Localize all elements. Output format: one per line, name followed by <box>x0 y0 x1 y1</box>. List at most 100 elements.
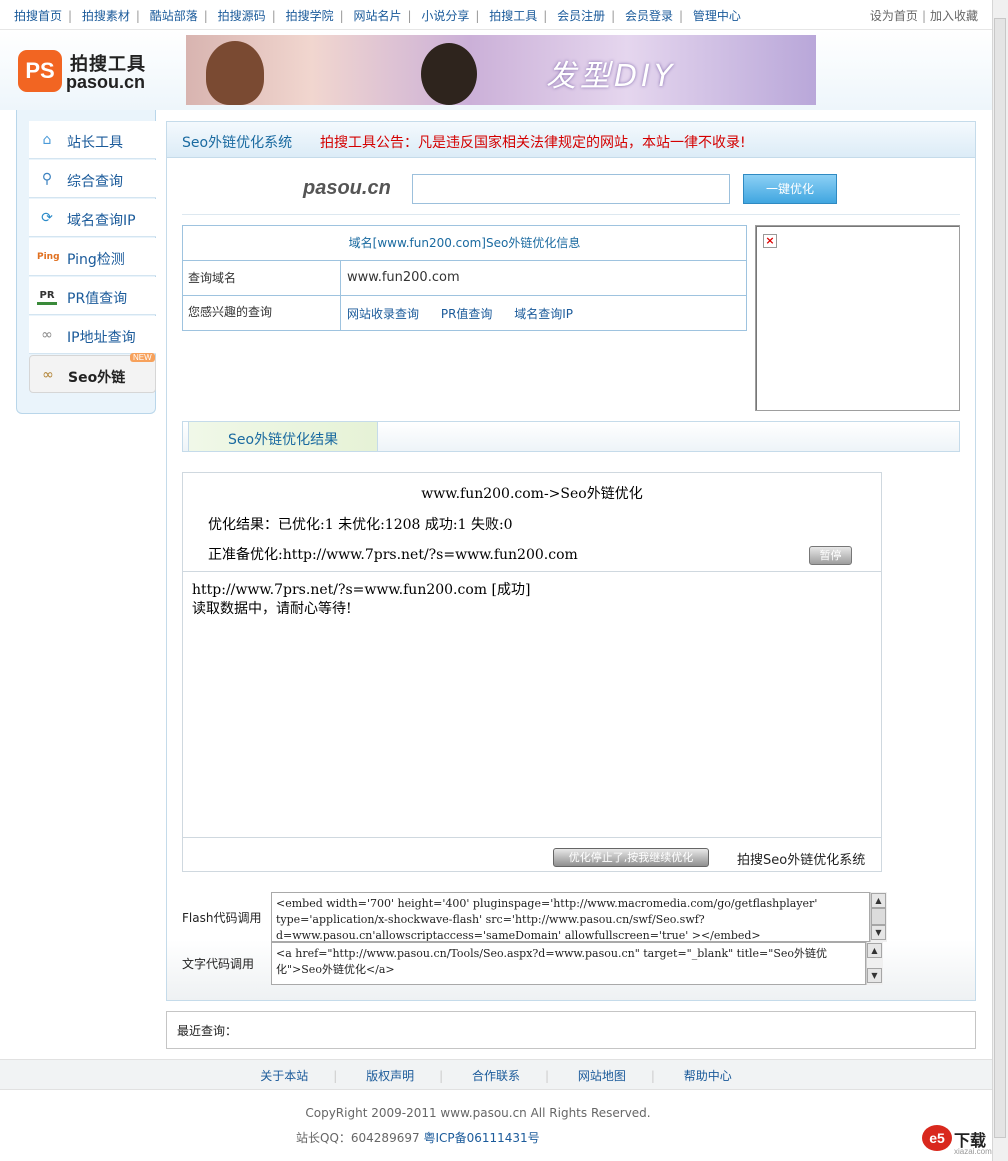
sidebar-item-label: IP地址查询 <box>67 330 136 346</box>
code-line: d=www.pasou.cn'allowscriptaccess='sameDo… <box>276 929 761 942</box>
result-summary: 优化结果：已优化:1 未优化:1208 成功:1 失败:0 <box>208 517 513 533</box>
queried-domain: www.fun200.com <box>347 270 460 285</box>
sidebar-item-domain-ip[interactable]: ⟳ 域名查询IP <box>29 199 156 237</box>
sidebar-item-label: 站长工具 <box>67 135 123 151</box>
sidebar-item-label: PR值查询 <box>67 291 128 307</box>
banner-model-image <box>421 43 477 105</box>
broken-image-icon: × <box>763 234 777 248</box>
set-homepage-link[interactable]: 设为首页 <box>870 9 918 23</box>
topnav-link-admin[interactable]: 管理中心 <box>693 9 741 23</box>
logo-domain[interactable]: pasou.cn <box>66 72 145 93</box>
footer-nav: 关于本站 | 版权声明 | 合作联系 | 网站地图 | 帮助中心 <box>260 1069 732 1083</box>
ping-icon: Ping <box>37 252 60 262</box>
sidebar-item-comprehensive-query[interactable]: ⚲ 综合查询 <box>29 160 156 198</box>
add-favorite-link[interactable]: 加入收藏 <box>930 9 978 23</box>
flash-code-textarea[interactable]: <embed width='700' height='400' pluginsp… <box>271 892 870 942</box>
banner-model-image <box>206 41 264 105</box>
current-url: 正准备优化:http://www.7prs.net/?s=www.fun200.… <box>208 547 578 563</box>
page-title: Seo外链优化系统 <box>182 135 293 151</box>
topnav-link-home[interactable]: 拍搜首页 <box>14 9 62 23</box>
sidebar-item-label: Ping检测 <box>67 252 125 268</box>
domain-info-table: 域名[www.fun200.com]Seo外链优化信息 查询域名 www.fun… <box>182 225 747 331</box>
sidebar-item-pr-query[interactable]: PR PR值查询 <box>29 277 156 315</box>
footer-link-sitemap[interactable]: 网站地图 <box>578 1069 626 1083</box>
code-line: type='application/x-shockwave-flash' src… <box>276 913 705 926</box>
log-line: http://www.7prs.net/?s=www.fun200.com [成… <box>192 582 531 598</box>
related-links: 网站收录查询 PR值查询 域名查询IP <box>347 305 573 322</box>
recent-queries-box <box>166 1011 976 1049</box>
refresh-globe-icon: ⟳ <box>41 210 53 226</box>
watermark-logo: e5 <box>922 1125 952 1151</box>
log-line: 读取数据中，请耐心等待! <box>192 601 352 617</box>
copyright-text: CopyRight 2009-2011 www.pasou.cn All Rig… <box>305 1106 651 1120</box>
scroll-down-arrow-icon[interactable]: ▼ <box>871 925 886 940</box>
scroll-up-arrow-icon[interactable]: ▲ <box>867 943 882 958</box>
page-scroll-thumb[interactable] <box>994 18 1006 1138</box>
recent-queries-label: 最近查询： <box>177 1024 238 1038</box>
topnav-link-site-card[interactable]: 网站名片 <box>353 9 401 23</box>
search-logo: pasou.cn <box>303 177 391 199</box>
scroll-up-arrow-icon[interactable]: ▲ <box>871 893 886 908</box>
chain-link-icon: ∞ <box>41 327 53 343</box>
topnav-link-academy[interactable]: 拍搜学院 <box>286 9 334 23</box>
optimize-button[interactable]: 一键优化 <box>743 174 837 204</box>
sidebar-item-seo-links[interactable]: ∞ Seo外链 NEW <box>29 353 156 393</box>
webmaster-qq: 站长QQ：604289697 <box>296 1131 420 1145</box>
topnav-link-cool-sites[interactable]: 酷站部落 <box>150 9 198 23</box>
top-nav: 拍搜首页 | 拍搜素材 | 酷站部落 | 拍搜源码 | 拍搜学院 | 网站名片 | 小说分享… <box>14 9 741 23</box>
text-code-textarea[interactable]: <a href="http://www.pasou.cn/Tools/Seo.a… <box>271 942 866 985</box>
logo-badge[interactable]: PS <box>18 50 62 92</box>
header-banner[interactable]: 发型DIY <box>186 35 816 105</box>
text-code-label: 文字代码调用 <box>182 957 255 971</box>
link-index-query[interactable]: 网站收录查询 <box>347 307 419 321</box>
magnifier-icon: ⚲ <box>41 171 53 187</box>
ad-frame <box>755 225 960 411</box>
topnav-link-login[interactable]: 会员登录 <box>625 9 673 23</box>
domain-input[interactable] <box>412 174 730 204</box>
text-code-scrollbar[interactable]: ▲ ▼ <box>866 942 883 985</box>
topnav-link-tools[interactable]: 拍搜工具 <box>489 9 537 23</box>
topnav-link-material[interactable]: 拍搜素材 <box>82 9 130 23</box>
contact-info: 站长QQ：604289697 粤ICP备06111431号 <box>296 1129 540 1146</box>
link-pr-query[interactable]: PR值查询 <box>441 307 493 321</box>
result-title: www.fun200.com->Seo外链优化 <box>421 486 643 502</box>
row-label: 查询域名 <box>183 261 341 295</box>
footer-link-help[interactable]: 帮助中心 <box>684 1069 732 1083</box>
scroll-down-arrow-icon[interactable]: ▼ <box>867 968 882 983</box>
chain-link-icon: ∞ <box>42 367 54 383</box>
flash-code-label: Flash代码调用 <box>182 911 262 925</box>
resume-button[interactable]: 优化停止了,按我继续优化 <box>553 848 709 867</box>
tab-label: Seo外链优化结果 <box>228 432 339 448</box>
sidebar-item-label: Seo外链 <box>68 370 126 386</box>
scroll-thumb[interactable] <box>871 908 886 925</box>
banner-text: 发型DIY <box>546 59 677 94</box>
new-badge: NEW <box>130 353 155 362</box>
table-row: 您感兴趣的查询 网站收录查询 PR值查询 域名查询IP <box>183 296 746 330</box>
announcement: 拍搜工具公告：凡是违反国家相关法律规定的网站，本站一律不收录! <box>320 135 746 151</box>
divider <box>182 214 960 215</box>
link-domain-ip[interactable]: 域名查询IP <box>514 307 573 321</box>
sidebar-item-ip-address[interactable]: ∞ IP地址查询 <box>29 316 156 354</box>
sidebar-item-ping[interactable]: Ping Ping检测 <box>29 238 156 276</box>
code-line: <embed width='700' height='400' pluginsp… <box>276 897 818 910</box>
info-table-title: 域名[www.fun200.com]Seo外链优化信息 <box>183 226 746 261</box>
flash-code-scrollbar[interactable]: ▲ ▼ <box>870 892 887 942</box>
code-line: 化">Seo外链优化</a> <box>276 963 395 976</box>
topnav-link-source[interactable]: 拍搜源码 <box>218 9 266 23</box>
topnav-link-novel[interactable]: 小说分享 <box>421 9 469 23</box>
watermark: e5 下载 xiazai.com <box>922 1123 1000 1157</box>
sidebar-item-label: 综合查询 <box>67 174 123 190</box>
icp-link[interactable]: 粤ICP备06111431号 <box>423 1131 539 1145</box>
sidebar-item-webmaster-tools[interactable]: ⌂ 站长工具 <box>29 121 156 159</box>
footer-link-copyright[interactable]: 版权声明 <box>366 1069 414 1083</box>
home-icon: ⌂ <box>42 132 52 148</box>
result-log[interactable]: http://www.7prs.net/?s=www.fun200.com [成… <box>192 581 530 619</box>
topnav-link-register[interactable]: 会员注册 <box>557 9 605 23</box>
pr-icon: PR <box>37 287 57 305</box>
table-row: 查询域名 www.fun200.com <box>183 261 746 296</box>
footer-link-about[interactable]: 关于本站 <box>260 1069 308 1083</box>
code-line: <a href="http://www.pasou.cn/Tools/Seo.a… <box>276 947 827 960</box>
sidebar-item-label: 域名查询IP <box>67 213 136 229</box>
pause-button[interactable]: 暂停 <box>809 546 852 565</box>
footer-link-contact[interactable]: 合作联系 <box>472 1069 520 1083</box>
